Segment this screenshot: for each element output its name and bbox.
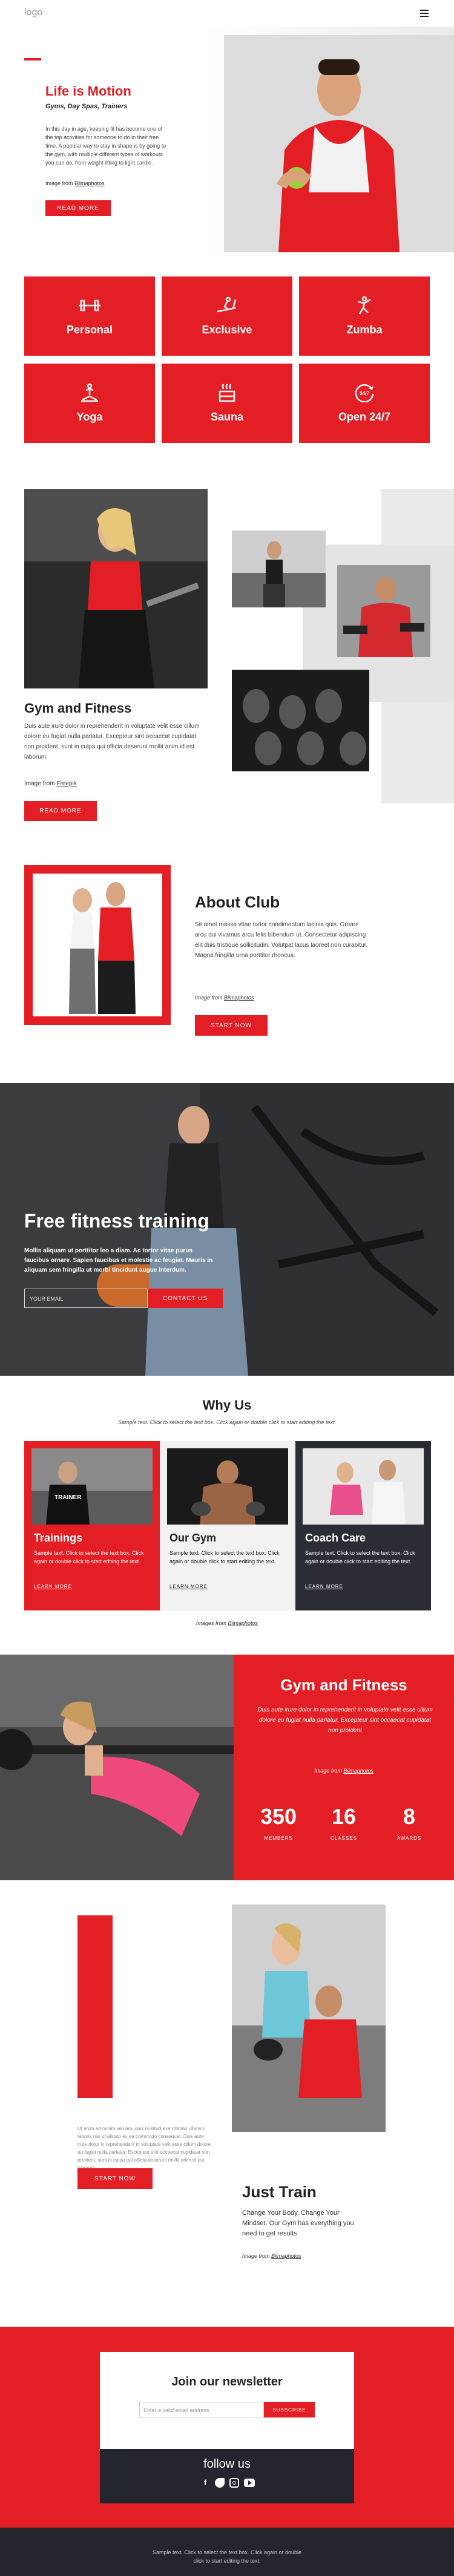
why-subtitle: Sample text. Click to select the text bo… (118, 1419, 336, 1425)
svg-text:24/7: 24/7 (360, 391, 369, 396)
couple-image (40, 876, 155, 1014)
stat-awards: 8 AWARDS (379, 1804, 439, 1841)
why-credit: Images from Bilmaphotos (196, 1620, 258, 1626)
our-gym-learn-more-link[interactable]: LEARN MORE (169, 1584, 208, 1589)
stats-text: Duis aute irure dolor in reprehenderit i… (257, 1707, 433, 1734)
yoga-icon (81, 383, 98, 402)
coach-care-text: Sample text. Click to select the text bo… (305, 1550, 415, 1564)
service-zumba[interactable]: Zumba (299, 276, 430, 356)
man-dumbbell-image (337, 565, 430, 657)
about-credit: Image from Bilmaphotos (195, 995, 254, 1001)
hero-accent-bar (24, 58, 41, 60)
coach-care-learn-more-link[interactable]: LEARN MORE (305, 1584, 343, 1589)
train-text: Change Your Body, Change Your Mindset. O… (242, 2209, 354, 2237)
gym-credit: Image from Freepik (24, 780, 77, 787)
stat-awards-label: AWARDS (396, 1836, 422, 1841)
stat-classes-value: 16 (331, 1804, 357, 1829)
gym-title: Gym and Fitness (24, 701, 132, 716)
youtube-icon[interactable] (244, 2479, 255, 2487)
stats-credit-link[interactable]: Bilmaphotos (343, 1768, 373, 1774)
train-credit-link[interactable]: Bilmaphotos (271, 2253, 301, 2259)
service-personal[interactable]: Personal (24, 276, 155, 356)
newsletter-email-input[interactable]: Enter a valid email address (139, 2402, 264, 2417)
why-title: Why Us (202, 1398, 252, 1413)
gym-read-more-button[interactable]: READ MORE (24, 801, 97, 821)
facebook-icon[interactable]: f (200, 2478, 210, 2488)
twitter-icon[interactable] (215, 2478, 225, 2488)
dancer-icon (358, 296, 371, 315)
train-red-bar (77, 1915, 113, 2098)
service-open-247[interactable]: 24/7 Open 24/7 (299, 364, 430, 443)
train-start-now-button[interactable]: START NOW (77, 2168, 153, 2189)
footer-text: Sample text. Click to select the text bo… (152, 2549, 302, 2564)
hero-credit-link[interactable]: Bilmaphotos (74, 180, 105, 186)
service-sauna[interactable]: Sauna (162, 364, 292, 443)
clock-247-icon: 24/7 (355, 384, 374, 402)
stat-classes-label: CLASSES (331, 1836, 357, 1841)
gym-text: Duis aute irure dolor in reprehenderit i… (24, 723, 200, 760)
hero-title: Life is Motion (45, 83, 131, 99)
sauna-icon (219, 384, 235, 402)
hero-credit: Image from Bilmaphotos (45, 180, 105, 186)
our-gym-text: Sample text. Click to select the text bo… (169, 1550, 280, 1564)
treadmill-woman-image (24, 489, 208, 688)
hero-read-more-button[interactable]: READ MORE (45, 200, 111, 216)
train-side-text: Ut enim ad minim veniam, quis nostrud ex… (77, 2126, 211, 2171)
bench-press-image (0, 1655, 234, 1880)
hamburger-icon[interactable] (420, 10, 429, 17)
stat-awards-value: 8 (403, 1804, 416, 1829)
train-title: Just Train (242, 2183, 317, 2201)
svg-text:TRAINER: TRAINER (54, 1494, 82, 1501)
stat-classes: 16 CLASSES (314, 1804, 374, 1841)
about-credit-link[interactable]: Bilmaphotos (224, 995, 254, 1001)
header: logo (0, 0, 454, 27)
coach-care-image (303, 1448, 424, 1525)
trainings-title: Trainings (34, 1532, 83, 1544)
treadmill-icon (217, 296, 237, 313)
stat-members-value: 350 (260, 1804, 297, 1829)
trainings-image: TRAINER (31, 1448, 153, 1525)
hero-subtitle: Gyms, Day Spas, Trainers (45, 103, 128, 110)
dumbbell-rack-image (232, 670, 369, 771)
coach-care-title: Coach Care (305, 1532, 366, 1544)
trainings-learn-more-link[interactable]: LEARN MORE (34, 1584, 72, 1589)
service-yoga[interactable]: Yoga (24, 364, 155, 443)
dumbbell-icon (79, 299, 100, 312)
free-training-title: Free fitness training (24, 1210, 209, 1232)
social-icons: f (200, 2478, 255, 2488)
about-start-now-button[interactable]: START NOW (195, 1015, 268, 1036)
why-credit-link[interactable]: Bilmaphotos (228, 1620, 258, 1626)
logo[interactable]: logo (24, 7, 42, 18)
stats-title: Gym and Fitness (280, 1676, 407, 1694)
about-title: About Club (195, 893, 280, 911)
hero-trainer-image (224, 35, 454, 252)
newsletter-subscribe-button[interactable]: SUBSCRIBE (264, 2402, 315, 2417)
newsletter-card (100, 2352, 354, 2449)
service-exclusive[interactable]: Exclusive (162, 276, 292, 356)
our-gym-image (167, 1448, 288, 1525)
about-text: Sit amet massa vitae tortor condimentum … (195, 921, 368, 959)
free-email-input[interactable]: YOUR EMAIL (24, 1289, 148, 1308)
hero-section: Life is Motion Gyms, Day Spas, Trainers … (0, 27, 454, 252)
woman-gym-image (232, 531, 326, 607)
our-gym-title: Our Gym (169, 1532, 217, 1544)
train-credit: Image from Bilmaphotos (242, 2253, 301, 2259)
free-training-text: Mollis aliquam ut porttitor leo a diam. … (24, 1247, 213, 1273)
stat-members-label: MEMBERS (264, 1836, 293, 1841)
trainings-text: Sample text. Click to select the text bo… (34, 1550, 144, 1564)
trainer-client-image (232, 1904, 386, 2132)
follow-title: follow us (203, 2457, 251, 2471)
why-card-coach-care[interactable]: Coach Care Sample text. Click to select … (295, 1441, 431, 1610)
instagram-icon[interactable] (229, 2478, 239, 2488)
gym-credit-link[interactable]: Freepik (56, 780, 76, 787)
newsletter-title: Join our newsletter (171, 2375, 283, 2388)
stat-members: 350 MEMBERS (248, 1804, 309, 1841)
stats-credit: Image from Bilmaphotos (314, 1768, 373, 1774)
hero-text: In this day in age, keeping fit has beco… (45, 126, 166, 166)
why-card-our-gym[interactable]: Our Gym Sample text. Click to select the… (160, 1441, 295, 1610)
free-contact-us-button[interactable]: CONTACT US (148, 1289, 223, 1308)
why-card-trainings[interactable]: TRAINER Trainings Sample text. Click to … (24, 1441, 160, 1610)
